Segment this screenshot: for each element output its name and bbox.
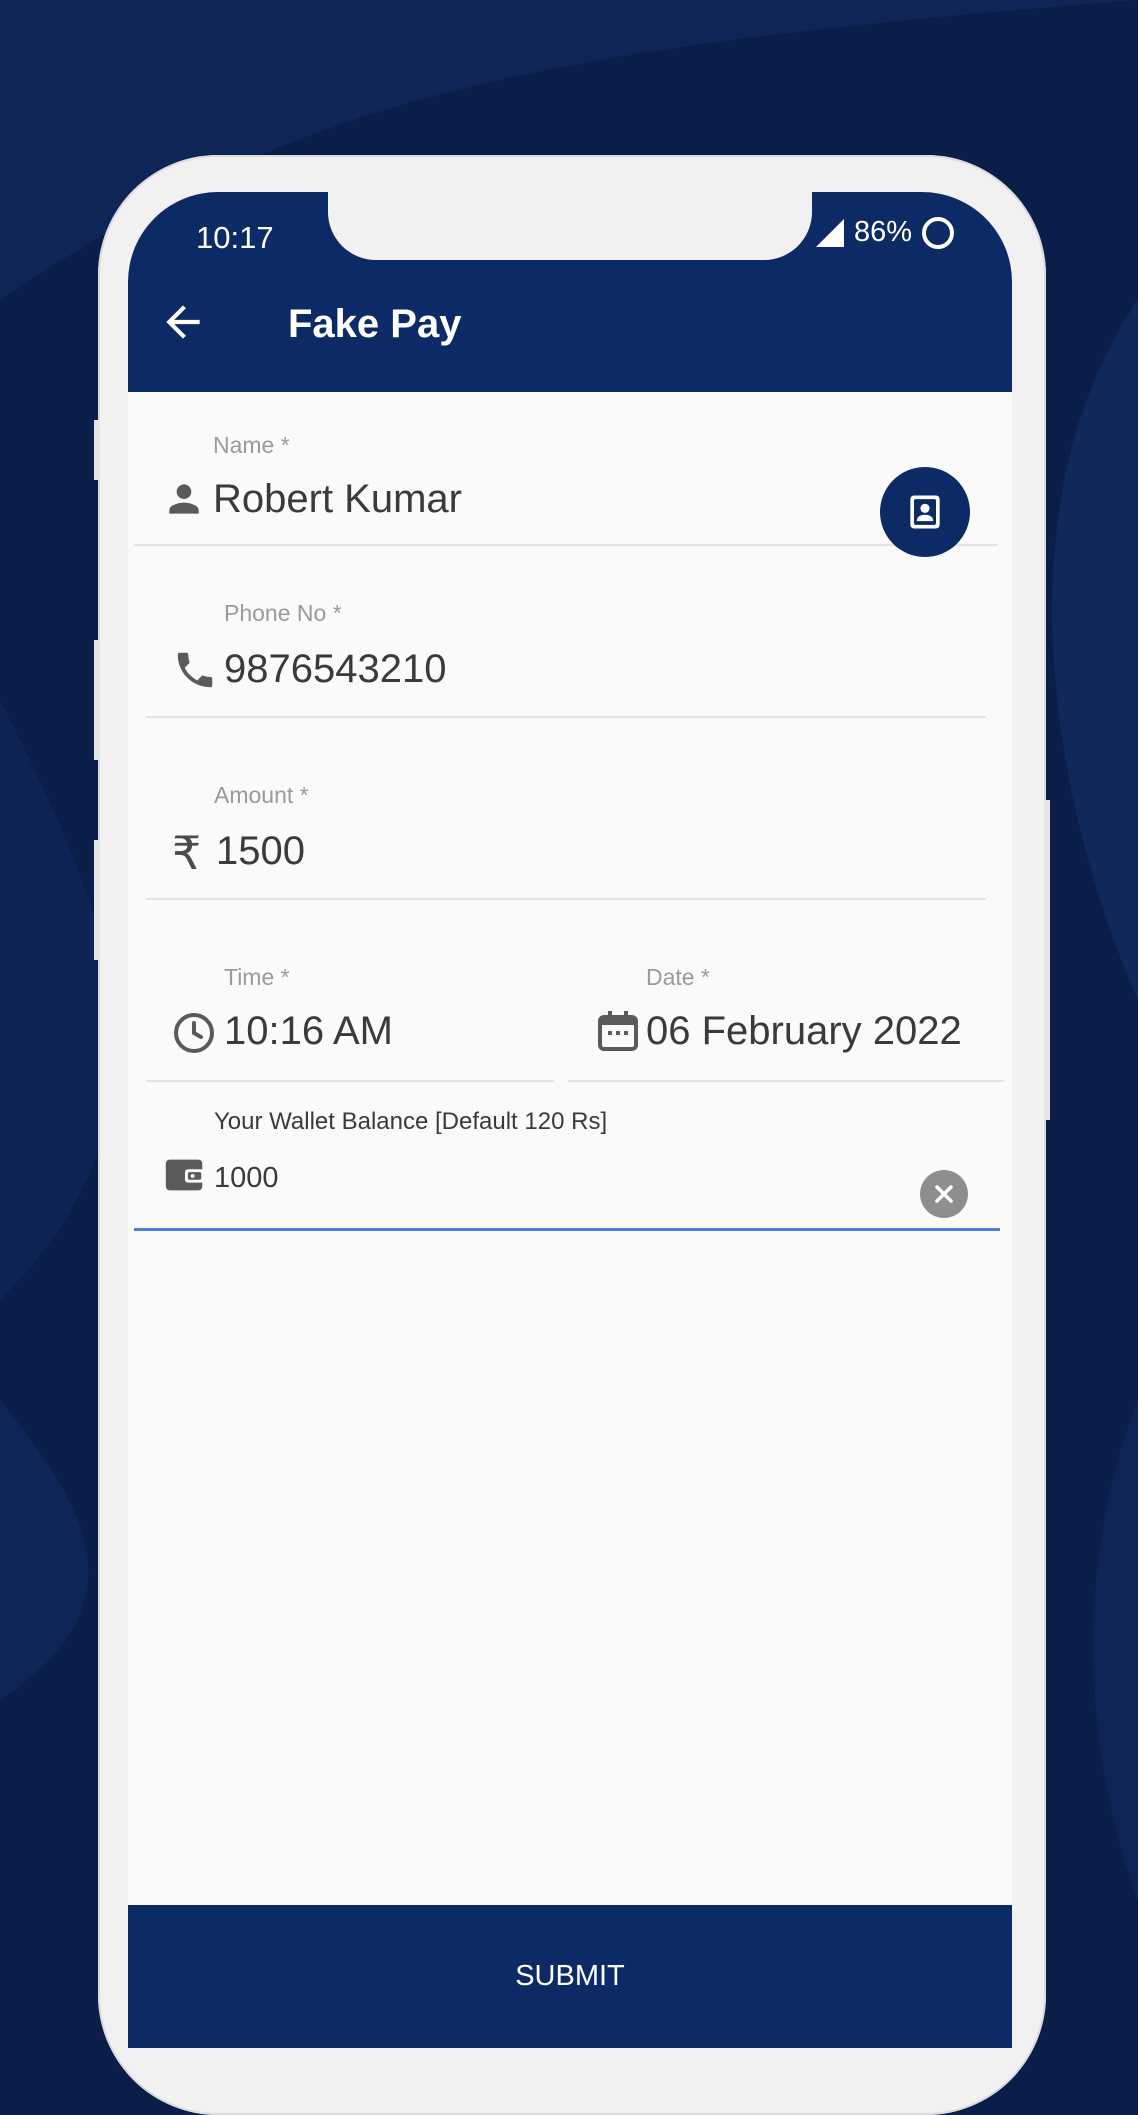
signal-icon [815,218,844,247]
phone-input[interactable]: 9876543210 [224,647,446,692]
name-underline [134,544,998,546]
calendar-icon [598,1011,638,1051]
wallet-underline [134,1228,1000,1231]
phone-underline [146,716,986,718]
submit-button[interactable]: SUBMIT [128,1905,1012,2048]
phone-side-button-left-2 [94,640,100,760]
phone-icon [177,652,213,688]
amount-underline [146,898,986,900]
date-underline [568,1080,1004,1082]
time-label: Time * [224,964,290,990]
phone-side-button-left-3 [94,840,100,960]
wallet-label: Your Wallet Balance [Default 120 Rs] [214,1108,608,1135]
battery-percent: 86% [853,216,912,248]
phone-label: Phone No * [224,600,342,626]
wallet-clear-button[interactable] [920,1170,968,1218]
phone-screen: 10:17 86% Fake Pay Name * Robert Kumar P… [128,192,1012,2048]
page-title: Fake Pay [288,302,462,346]
person-icon [169,484,199,514]
amount-label: Amount * [214,782,309,808]
app-bar: 10:17 86% Fake Pay [128,192,1012,392]
date-input[interactable]: 06 February 2022 [646,1009,962,1054]
phone-side-button-right [1044,800,1050,1120]
contact-book-icon [910,495,940,529]
time-input[interactable]: 10:16 AM [224,1009,393,1054]
clear-icon [935,1185,953,1203]
name-input[interactable]: Robert Kumar [213,477,462,522]
amount-input[interactable]: 1500 [216,829,305,874]
status-time: 10:17 [196,220,274,255]
back-arrow-icon[interactable] [158,297,208,347]
wallet-input[interactable]: 1000 [214,1162,279,1195]
phone-side-button-left [94,420,100,480]
status-indicators: 86% [815,216,954,249]
submit-label: SUBMIT [515,1960,625,1992]
camera-notch [328,192,812,260]
clock-icon [174,1013,214,1053]
battery-icon [922,216,954,249]
time-underline [146,1080,554,1082]
wallet-icon [165,1159,205,1191]
name-label: Name * [213,432,290,458]
contact-picker-button[interactable] [880,467,970,557]
date-label: Date * [646,964,710,990]
rupee-icon: ₹ [172,827,202,879]
